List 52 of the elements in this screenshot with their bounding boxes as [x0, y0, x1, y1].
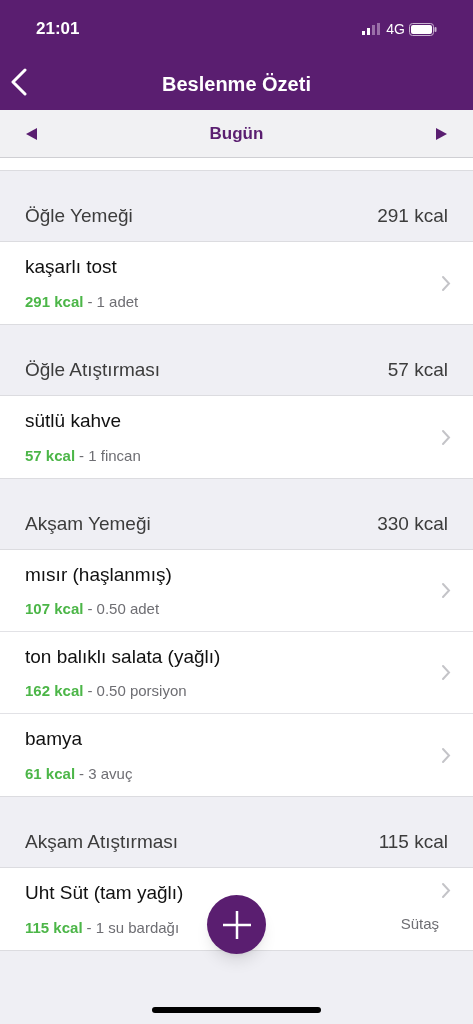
- chevron-right-icon: [441, 274, 451, 292]
- network-label: 4G: [386, 19, 405, 39]
- meal-total: 330 kcal: [377, 511, 448, 536]
- meal-total: 57 kcal: [387, 357, 448, 382]
- meal-title: Akşam Atıştırması: [25, 829, 179, 854]
- food-kcal: 115 kcal: [25, 917, 83, 938]
- food-brand: Sütaş: [400, 914, 439, 935]
- food-name: ton balıklı salata (yağlı): [25, 644, 222, 669]
- food-amount: - 1 fincan: [79, 445, 141, 466]
- left-triangle-icon: [26, 127, 37, 140]
- chevron-right-icon: [441, 882, 451, 900]
- food-kcal: 61 kcal: [25, 763, 76, 784]
- meal-total: 115 kcal: [378, 829, 448, 854]
- food-row[interactable]: Uht Süt (tam yağlı) 115 kcal - 1 su bardağı Sütaş: [0, 868, 473, 950]
- plus-icon: [221, 909, 252, 940]
- food-amount: - 0.50 porsiyon: [87, 681, 187, 701]
- food-amount: - 1 su bardağı: [86, 917, 180, 938]
- signal-icon: [362, 23, 383, 35]
- status-time: 21:01: [36, 18, 80, 41]
- right-triangle-icon: [436, 127, 447, 140]
- meal-title: Akşam Yemeği: [25, 511, 151, 536]
- food-kcal: 291 kcal: [25, 291, 84, 312]
- food-name: kaşarlı tost: [25, 255, 118, 279]
- food-name: sütlü kahve: [25, 409, 123, 433]
- back-button[interactable]: [10, 68, 28, 96]
- date-label: Bugün: [209, 122, 264, 145]
- chevron-right-icon: [441, 428, 451, 446]
- food-kcal: 162 kcal: [25, 681, 84, 701]
- food-amount: - 3 avuç: [79, 763, 133, 784]
- battery-icon: [409, 22, 437, 36]
- food-row[interactable]: mısır (haşlanmış) 107 kcal - 0.50 adet: [0, 550, 473, 632]
- food-row[interactable]: ton balıklı salata (yağlı) 162 kcal - 0.50 porsiyon: [0, 632, 473, 714]
- food-kcal: 57 kcal: [25, 445, 76, 466]
- food-row[interactable]: sütlü kahve 57 kcal - 1 fincan: [0, 396, 473, 478]
- meal-title: Öğle Yemeği: [25, 203, 133, 228]
- next-day-button[interactable]: [436, 127, 447, 140]
- chevron-right-icon: [441, 582, 451, 599]
- food-amount: - 1 adet: [87, 291, 139, 312]
- food-name: Uht Süt (tam yağlı): [25, 881, 185, 905]
- screen-title: Beslenme Özeti: [162, 72, 311, 97]
- food-row[interactable]: bamya 61 kcal - 3 avuç: [0, 714, 473, 796]
- back-icon: [10, 68, 28, 96]
- meal-total: 291 kcal: [377, 203, 448, 228]
- food-amount: - 0.50 adet: [87, 599, 160, 619]
- food-kcal: 107 kcal: [25, 599, 84, 619]
- food-row[interactable]: kaşarlı tost 291 kcal - 1 adet: [0, 242, 473, 324]
- food-name: bamya: [25, 727, 84, 751]
- previous-day-button[interactable]: [26, 127, 37, 140]
- chevron-right-icon: [441, 664, 451, 681]
- food-name: mısır (haşlanmış): [25, 562, 173, 587]
- meal-title: Öğle Atıştırması: [25, 357, 161, 382]
- chevron-right-icon: [441, 746, 451, 764]
